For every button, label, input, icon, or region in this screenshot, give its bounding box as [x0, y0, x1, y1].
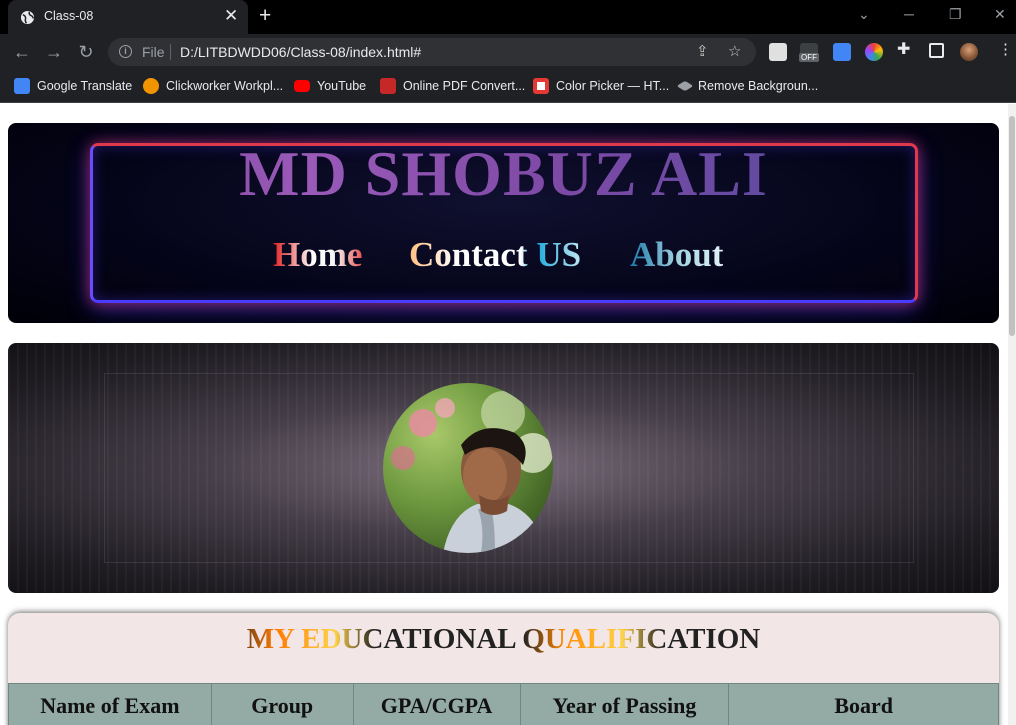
site-title: MD SHOBUZ ALI	[8, 137, 999, 211]
tab-title: Class-08	[44, 9, 94, 23]
google-translate-extension-icon[interactable]	[833, 43, 851, 61]
bookmark-label: Color Picker — HT...	[556, 79, 670, 93]
education-title: MY EDUCATIONAL QUALIFICATION	[8, 623, 999, 656]
education-table: Name of Exam Group GPA/CGPA Year of Pass…	[8, 683, 999, 725]
new-tab-button[interactable]: +	[259, 4, 271, 28]
table-header-row: Name of Exam Group GPA/CGPA Year of Pass…	[8, 683, 999, 725]
google-translate-icon	[14, 78, 30, 94]
nav-home-link[interactable]: Home	[273, 235, 362, 275]
bookmark-label: Remove Backgroun...	[698, 79, 819, 93]
page-scrollbar[interactable]	[1008, 104, 1016, 725]
site-header: MD SHOBUZ ALI Home Contact US About	[8, 123, 999, 323]
tab-search-icon[interactable]: ⌄	[858, 4, 870, 24]
browser-tab[interactable]: Class-08 ✕	[8, 0, 248, 34]
column-header-group: Group	[210, 683, 354, 725]
globe-icon	[20, 10, 35, 25]
bookmark-label: Google Translate	[37, 79, 133, 93]
extension-page-icon[interactable]	[769, 43, 787, 61]
clickworker-icon	[143, 78, 159, 94]
color-extension-icon[interactable]	[865, 43, 883, 61]
bookmark-label: Online PDF Convert...	[403, 79, 526, 93]
address-divider	[170, 44, 171, 60]
extension-toggle-icon[interactable]: OFF	[799, 43, 819, 62]
column-header-year: Year of Passing	[519, 683, 730, 725]
reload-icon[interactable]: ↻	[73, 40, 99, 64]
protocol-label: File	[142, 44, 165, 60]
bookmark-youtube[interactable]: YouTube	[294, 76, 366, 96]
nav-about-link[interactable]: About	[630, 235, 723, 275]
youtube-icon	[294, 80, 310, 92]
bookmark-color-picker[interactable]: Color Picker — HT...	[533, 76, 669, 96]
column-header-gpa: GPA/CGPA	[352, 683, 521, 725]
site-info-icon[interactable]: i	[119, 45, 132, 58]
profile-photo-image	[383, 383, 553, 553]
share-icon[interactable]: ⇪	[696, 43, 709, 61]
restore-icon[interactable]: ❐	[949, 4, 962, 24]
bookmarks-bar: Google Translate Clickworker Workpl... Y…	[0, 70, 1016, 103]
bookmark-remove-background[interactable]: Remove Backgroun...	[676, 76, 819, 96]
address-bar[interactable]: i File D:/LITBDWDD06/Class-08/index.html…	[108, 38, 756, 66]
tab-close-icon[interactable]: ✕	[224, 6, 238, 26]
kebab-menu-icon[interactable]: ⋮	[998, 41, 1013, 59]
browser-toolbar: ← → ↻ i File D:/LITBDWDD06/Class-08/inde…	[0, 34, 1016, 70]
column-header-exam: Name of Exam	[8, 683, 212, 725]
extension-badge: OFF	[799, 53, 819, 62]
bookmark-pdf-converter[interactable]: Online PDF Convert...	[380, 76, 525, 96]
minimize-icon[interactable]: ─	[904, 4, 914, 24]
bookmark-label: Clickworker Workpl...	[166, 79, 284, 93]
bookmark-google-translate[interactable]: Google Translate	[14, 76, 132, 96]
bookmark-clickworker[interactable]: Clickworker Workpl...	[143, 76, 283, 96]
profile-photo	[383, 383, 553, 553]
window-close-icon[interactable]: ✕	[994, 4, 1006, 24]
education-section: MY EDUCATIONAL QUALIFICATION Name of Exa…	[8, 613, 999, 725]
url-text[interactable]: D:/LITBDWDD06/Class-08/index.html#	[180, 44, 421, 60]
column-header-board: Board	[728, 683, 999, 725]
hero-banner	[8, 343, 999, 593]
nav-contact-link[interactable]: Contact US	[409, 235, 581, 275]
pdf-icon	[380, 78, 396, 94]
forward-arrow-icon[interactable]: →	[41, 40, 67, 64]
bookmark-star-icon[interactable]: ☆	[728, 43, 741, 61]
bookmark-label: YouTube	[317, 79, 367, 93]
puzzle-extensions-icon[interactable]: ✚	[897, 41, 910, 59]
page-viewport: MD SHOBUZ ALI Home Contact US About MY E…	[0, 104, 1008, 725]
side-panel-icon[interactable]	[929, 43, 944, 58]
color-picker-icon	[533, 78, 549, 94]
profile-avatar[interactable]	[960, 43, 978, 61]
browser-titlebar: Class-08 ✕ + ⌄ ─ ❐ ✕	[0, 0, 1016, 34]
scrollbar-thumb[interactable]	[1009, 116, 1015, 336]
back-arrow-icon[interactable]: ←	[9, 40, 35, 64]
remove-bg-icon	[676, 80, 694, 92]
